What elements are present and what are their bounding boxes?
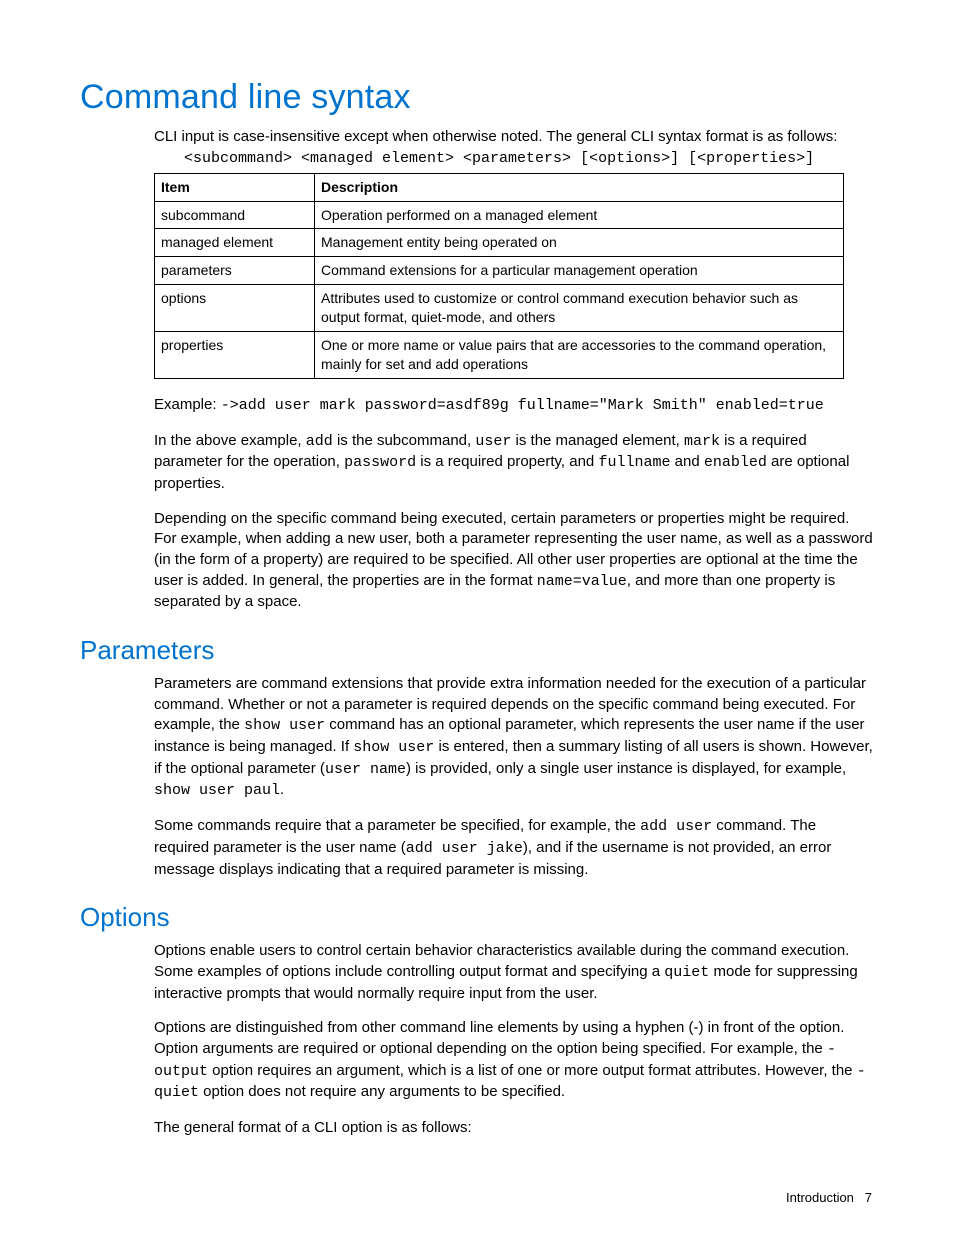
cell-desc: Management entity being operated on [315,229,844,257]
cell-item: properties [155,332,315,379]
heading-options: Options [80,902,874,933]
table-row: parameters Command extensions for a part… [155,257,844,285]
code: enabled [704,454,767,471]
section-body: Options enable users to control certain … [154,941,874,1139]
section-body: CLI input is case-insensitive except whe… [154,127,874,613]
page-content: Command line syntax CLI input is case-in… [0,0,954,1139]
cell-desc: Command extensions for a particular mana… [315,257,844,285]
code: show user [353,739,434,756]
code: show user [244,717,325,734]
table-row: subcommand Operation performed on a mana… [155,201,844,229]
code: mark [684,433,720,450]
text: is the subcommand, [333,432,476,449]
code: fullname [598,454,670,471]
options-paragraph-3: The general format of a CLI option is as… [154,1118,874,1139]
code: user name [325,761,406,778]
code: show user paul [154,782,280,799]
text: In the above example, [154,432,306,449]
section-body: Parameters are command extensions that p… [154,674,874,880]
cell-desc: One or more name or value pairs that are… [315,332,844,379]
code: quiet [664,964,709,981]
code: password [344,454,416,471]
parameters-paragraph-2: Some commands require that a parameter b… [154,816,874,880]
text: and [670,453,703,470]
text: is a required property, and [416,453,598,470]
cell-desc: Operation performed on a managed element [315,201,844,229]
table-row: properties One or more name or value pai… [155,332,844,379]
cell-item: managed element [155,229,315,257]
th-description: Description [315,173,844,201]
syntax-table: Item Description subcommand Operation pe… [154,173,844,379]
text: Some commands require that a parameter b… [154,817,640,834]
cell-item: options [155,285,315,332]
options-paragraph-1: Options enable users to control certain … [154,941,874,1004]
code: add [306,433,333,450]
cell-item: subcommand [155,201,315,229]
code: name=value [537,573,627,590]
example-line: Example: ->add user mark password=asdf89… [154,395,874,417]
footer-page-number: 7 [865,1190,872,1205]
explanation-paragraph-1: In the above example, add is the subcomm… [154,431,874,495]
example-code: ->add user mark password=asdf89g fullnam… [221,397,824,414]
explanation-paragraph-2: Depending on the specific command being … [154,509,874,613]
example-label: Example: [154,396,221,413]
options-paragraph-2: Options are distinguished from other com… [154,1018,874,1104]
cell-item: parameters [155,257,315,285]
text: Options are distinguished from other com… [154,1019,844,1057]
cell-desc: Attributes used to customize or control … [315,285,844,332]
text: ) is provided, only a single user instan… [406,760,846,777]
text: . [280,781,284,798]
text: is the managed element, [511,432,684,449]
th-item: Item [155,173,315,201]
code: add user [640,818,712,835]
code: add user jake [406,840,523,857]
intro-paragraph: CLI input is case-insensitive except whe… [154,127,874,148]
code: user [475,433,511,450]
page-footer: Introduction 7 [786,1190,872,1205]
text: option does not require any arguments to… [199,1083,565,1100]
table-row: managed element Management entity being … [155,229,844,257]
parameters-paragraph-1: Parameters are command extensions that p… [154,674,874,802]
heading-command-line-syntax: Command line syntax [80,78,874,117]
syntax-format: <subcommand> <managed element> <paramete… [184,150,874,167]
table-header-row: Item Description [155,173,844,201]
text: option requires an argument, which is a … [208,1062,857,1079]
table-row: options Attributes used to customize or … [155,285,844,332]
heading-parameters: Parameters [80,635,874,666]
